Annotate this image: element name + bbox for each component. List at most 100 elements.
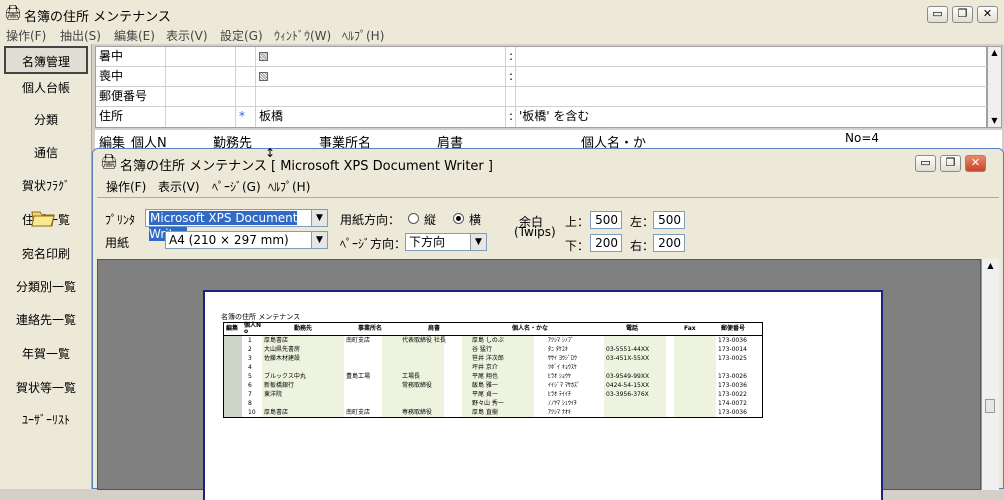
sidebar-item-roster[interactable]: 名簿管理 [4, 46, 88, 74]
menu-settings[interactable]: 設定(G) [220, 27, 263, 44]
margin-top-input[interactable]: 500 [590, 211, 622, 229]
preview-cell-no: 4 [248, 364, 252, 371]
margin-right-input[interactable]: 200 [653, 234, 685, 252]
dialog-close-button[interactable]: ✕ [965, 155, 986, 172]
minimize-button[interactable]: ▭ [927, 6, 948, 23]
criteria-colon: : [506, 67, 516, 87]
orientation-landscape-radio[interactable] [453, 213, 464, 224]
sidebar-item-category[interactable]: 分類 [4, 106, 88, 134]
sidebar-item-user-list[interactable]: ﾕｰｻﾞｰﾘｽﾄ [4, 406, 88, 434]
printer-icon: 🖨 [100, 154, 118, 170]
scroll-down-icon[interactable]: ▼ [988, 115, 1001, 127]
preview-cell-tel: 03-3956-376X [606, 391, 649, 398]
preview-cell-company: 大山県先書房 [264, 346, 301, 353]
folder-icon [30, 206, 56, 228]
window-title: 名簿の住所 メンテナンス [24, 10, 171, 25]
criteria-desc [516, 67, 986, 87]
sidebar: 名簿管理 個人台帳 分類 通信 賀状ﾌﾗｸﾞ 住所一覧 宛名印刷 分類別一覧 連… [0, 44, 92, 489]
dmenu-page[interactable]: ﾍﾟｰｼﾞ(G) [212, 178, 261, 195]
restore-button[interactable]: ❐ [952, 6, 973, 23]
criteria-checkbox[interactable] [259, 72, 268, 81]
preview-cell-office: 南町支店 [346, 409, 371, 416]
criteria-field: 喪中 [96, 67, 166, 87]
preview-cell-tel: 03-5551-44XX [606, 346, 650, 353]
print-preview-area[interactable]: 名簿の住所 メンテナンス 編集 個人N o 勤務先 事業所名 肩書 個人名・かな… [97, 259, 981, 500]
criteria-field: 住所 [96, 107, 166, 127]
preview-cell-no: 3 [248, 355, 252, 362]
preview-cell-title: 代表取締役 社長 [402, 337, 446, 344]
preview-cell-name: 厚島 しのぶ [472, 337, 504, 344]
sidebar-item-correspondence[interactable]: 通信 [4, 139, 88, 167]
criteria-colon: : [506, 107, 516, 127]
app-icon: 🖨 [4, 5, 22, 21]
chevron-down-icon[interactable]: ▼ [311, 210, 327, 226]
preview-cell-name: 平尾 翔也 [472, 373, 498, 380]
chevron-down-icon[interactable]: ▼ [311, 232, 327, 248]
preview-cell-kana: ｻｻｲ ﾖｳｼﾞﾛｳ [548, 355, 577, 362]
preview-cell-name: 笹井 洋次郎 [472, 355, 504, 362]
margin-left-label: 左： [630, 215, 655, 229]
preview-scrollbar[interactable]: ▲ [981, 259, 999, 490]
sidebar-item-label-print[interactable]: 宛名印刷 [4, 240, 88, 268]
preview-cell-title: 常務取締役 [402, 382, 433, 389]
sidebar-item-category-list[interactable]: 分類別一覧 [4, 273, 88, 301]
chevron-down-icon[interactable]: ▼ [470, 234, 486, 250]
preview-header: 勤務先 [294, 325, 313, 332]
preview-cell-kana: ﾉﾉﾔﾏ ｼｭｳｲﾁ [548, 400, 577, 407]
criteria-row[interactable]: 喪中 : [96, 67, 988, 87]
criteria-value[interactable]: 板橋 [256, 107, 506, 127]
criteria-row[interactable]: 郵便番号 [96, 87, 988, 107]
preview-cell-zip: 173-0014 [718, 346, 747, 353]
menu-edit[interactable]: 編集(E) [114, 27, 155, 44]
dialog-minimize-button[interactable]: ▭ [915, 155, 936, 172]
preview-cell-no: 7 [248, 391, 252, 398]
orientation-portrait-radio[interactable] [408, 213, 419, 224]
preview-table: 編集 個人N o 勤務先 事業所名 肩書 個人名・かな 電話 Fax 郵便番号 … [223, 322, 763, 418]
sidebar-item-card-flag[interactable]: 賀状ﾌﾗｸﾞ [4, 172, 88, 200]
preview-cell-office: 豊島工場 [346, 373, 371, 380]
preview-cell-name: 谷 猛行 [472, 346, 492, 353]
criteria-scrollbar[interactable]: ▲ ▼ [987, 46, 1002, 128]
menu-extract[interactable]: 抽出(S) [60, 27, 101, 44]
criteria-row[interactable]: 暑中 : [96, 47, 988, 67]
preview-cell-zip: 173-0026 [718, 373, 747, 380]
dmenu-view[interactable]: 表示(V) [158, 178, 200, 195]
preview-header: 肩書 [428, 325, 441, 332]
menu-window[interactable]: ｳｨﾝﾄﾞｳ(W) [274, 27, 331, 44]
criteria-value[interactable] [256, 87, 506, 107]
preview-cell-zip: 173-0036 [718, 409, 747, 416]
close-button[interactable]: ✕ [977, 6, 998, 23]
sidebar-item-greeting-list[interactable]: 賀状等一覧 [4, 374, 88, 402]
sidebar-item-contact-list[interactable]: 連絡先一覧 [4, 306, 88, 334]
dmenu-help[interactable]: ﾍﾙﾌﾟ(H) [268, 178, 310, 195]
scroll-up-icon[interactable]: ▲ [988, 47, 1001, 59]
criteria-checkbox[interactable] [259, 52, 268, 61]
preview-row: 2 大山県先書房 谷 猛行 ﾀﾆ ﾀｹﾕｷ 03-5551-44XX 173-0014 [224, 345, 762, 354]
sidebar-item-personal-ledger[interactable]: 個人台帳 [4, 74, 88, 102]
resize-cursor-icon: ↕ [265, 146, 276, 160]
paper-select[interactable]: A4 (210 × 297 mm) ▼ [165, 231, 328, 249]
dialog-restore-button[interactable]: ❐ [940, 155, 961, 172]
preview-row: 4 坪井 京介 ﾂﾎﾞｲ ｷｮｳｽｹ [224, 363, 762, 372]
dialog-titlebar: 🖨 名簿の住所 メンテナンス [ Microsoft XPS Document … [93, 149, 1003, 175]
preview-cell-no: 6 [248, 382, 252, 389]
margin-left-input[interactable]: 500 [653, 211, 685, 229]
preview-cell-name: 飯島 雅一 [472, 382, 498, 389]
preview-row: 3 佐藤木材建設 笹井 洋次郎 ｻｻｲ ﾖｳｼﾞﾛｳ 03-451X-55XX 173-0… [224, 354, 762, 363]
scroll-up-icon[interactable]: ▲ [982, 259, 999, 273]
dmenu-operation[interactable]: 操作(F) [106, 178, 146, 195]
page-direction-select[interactable]: 下方向 ▼ [405, 233, 487, 251]
menu-view[interactable]: 表示(V) [166, 27, 208, 44]
criteria-row[interactable]: 住所 * 板橋 : '板橋' を含む [96, 107, 988, 127]
sidebar-item-newyear-list[interactable]: 年賀一覧 [4, 340, 88, 368]
margin-bottom-input[interactable]: 200 [590, 234, 622, 252]
menu-help[interactable]: ﾍﾙﾌﾟ(H) [342, 27, 384, 44]
preview-cell-no: 5 [248, 373, 252, 380]
preview-row: 5 ブルックス中丸 豊島工場 工場長 平尾 翔也 ﾋﾗｵ ｼｮｳﾔ 03-9549-99XX… [224, 372, 762, 381]
scroll-thumb[interactable] [985, 399, 995, 413]
printer-select[interactable]: Microsoft XPS Document Writer ▼ [145, 209, 328, 241]
preview-cell-zip: 173-0036 [718, 382, 747, 389]
margin-top-label: 上： [565, 215, 590, 229]
preview-cell-name: 野々山 秀一 [472, 400, 504, 407]
menu-operation[interactable]: 操作(F) [6, 27, 46, 44]
